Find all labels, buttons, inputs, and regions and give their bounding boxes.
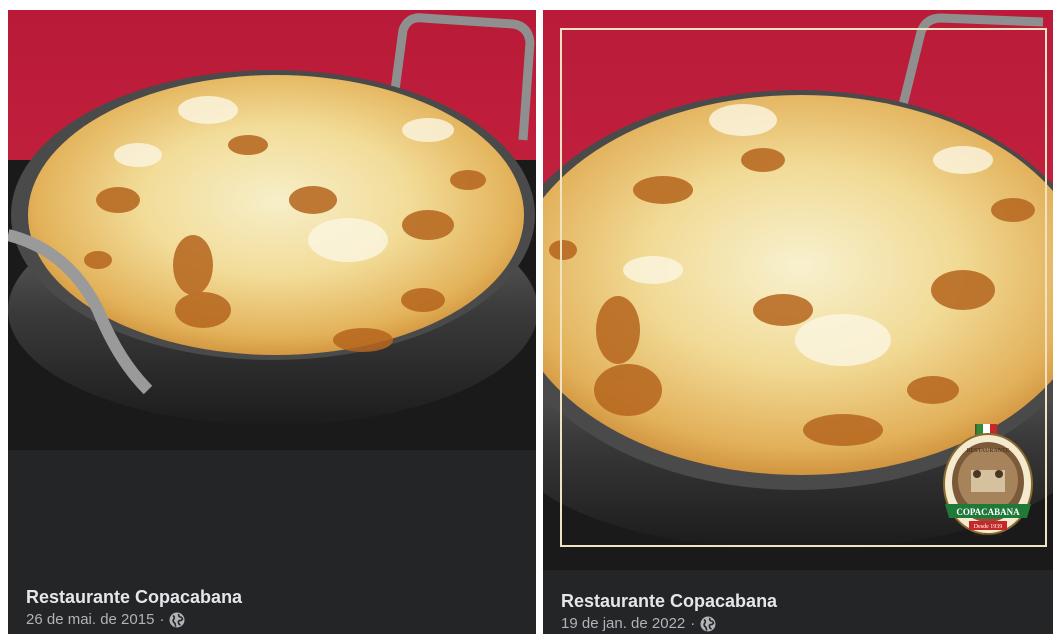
meta-separator: ·: [159, 611, 165, 628]
page-name-link[interactable]: Restaurante Copacabana: [561, 590, 1041, 612]
globe-icon[interactable]: [700, 616, 716, 632]
meta-separator: ·: [690, 615, 696, 632]
post-meta: 19 de jan. de 2022 ·: [561, 614, 1041, 634]
post-meta: 26 de mai. de 2015 ·: [26, 610, 524, 630]
logo-name-text: COPACABANA: [956, 507, 1020, 517]
logo-tagline-text: Desde 1939: [974, 524, 1003, 530]
post-photo[interactable]: [8, 10, 536, 450]
restaurant-logo: RESTAURANTE COPACABANA Desde 1939 Porto …: [941, 422, 1035, 540]
post-card[interactable]: RESTAURANTE COPACABANA Desde 1939 Porto …: [543, 10, 1053, 634]
globe-icon[interactable]: [169, 612, 185, 628]
page-name-link[interactable]: Restaurante Copacabana: [26, 586, 524, 608]
logo-top-text: RESTAURANTE: [967, 448, 1010, 454]
post-date[interactable]: 19 de jan. de 2022: [561, 614, 685, 634]
post-caption: Restaurante Copacabana 26 de mai. de 201…: [26, 586, 524, 630]
post-caption: Restaurante Copacabana 19 de jan. de 202…: [561, 590, 1041, 634]
food-photo-image: [8, 10, 536, 450]
post-date[interactable]: 26 de mai. de 2015: [26, 610, 154, 630]
logo-location-text: Porto Alegre - RS: [974, 532, 1003, 537]
post-card[interactable]: Restaurante Copacabana 26 de mai. de 201…: [8, 10, 536, 634]
post-photo[interactable]: RESTAURANTE COPACABANA Desde 1939 Porto …: [543, 10, 1053, 570]
